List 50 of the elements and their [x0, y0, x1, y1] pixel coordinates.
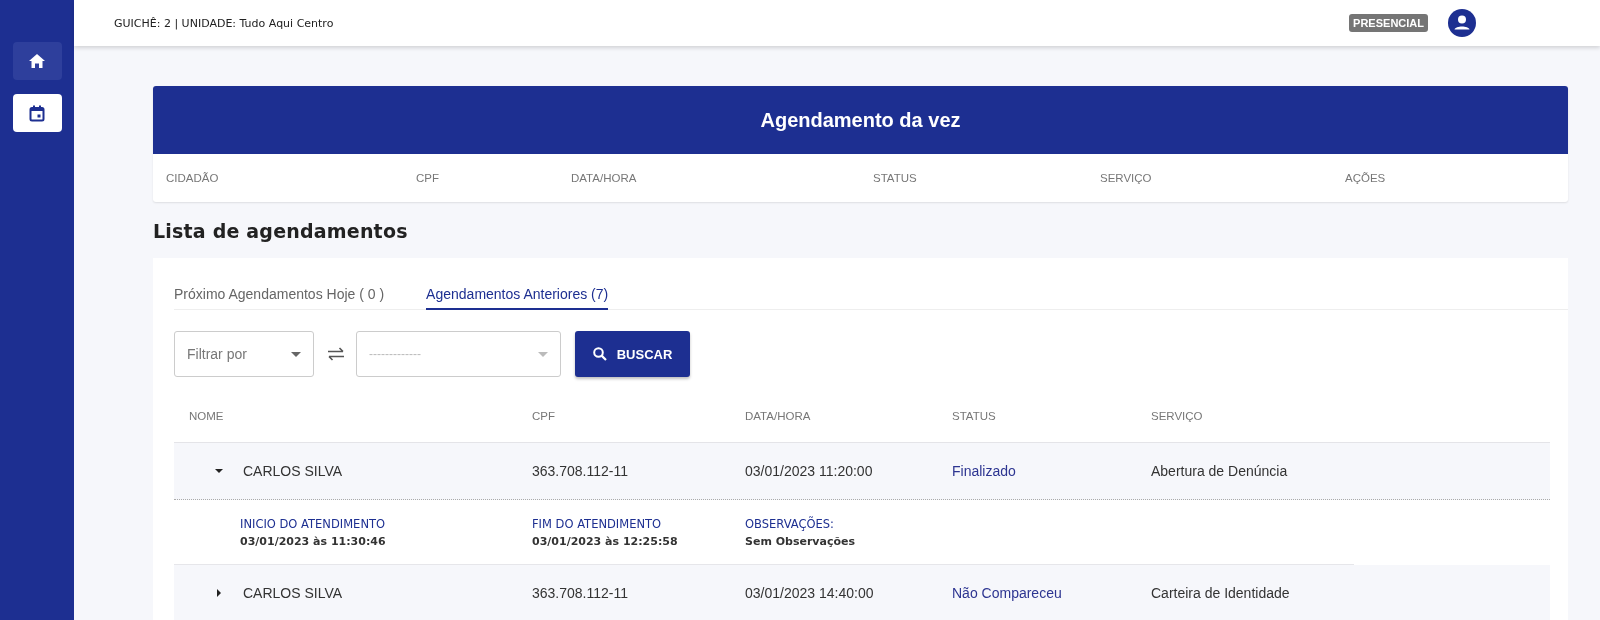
home-icon: [28, 53, 46, 69]
column-header: STATUS: [952, 410, 997, 422]
column-header: NOME: [189, 410, 225, 422]
card-title: Agendamento da vez: [760, 108, 961, 132]
detail-label: INICIO DO ATENDIMENTO: [240, 516, 387, 531]
caret-right-icon[interactable]: [215, 589, 223, 597]
column-header: CPF: [532, 410, 556, 422]
mode-badge: PRESENCIAL: [1349, 14, 1428, 32]
counter-unit-label: GUICHÊ: 2 | UNIDADE: Tudo Aqui Centro: [114, 16, 335, 30]
column-header: SERVIÇO: [1151, 410, 1204, 422]
table-row[interactable]: CARLOS SILVA 363.708.112-11 03/01/2023 14:40:00 Não Compareceu Carteira de Identidade: [174, 565, 1550, 620]
tab[interactable]: Agendamentos Anteriores (7): [426, 284, 609, 310]
column-header: DATA/HORA: [571, 172, 638, 184]
search-icon: [592, 347, 607, 361]
detail-value: 03/01/2023 às 12:25:58: [532, 534, 679, 548]
user-avatar-icon[interactable]: [1448, 9, 1476, 37]
calendar-icon: [29, 104, 45, 122]
table-cell-text: Abertura de Denúncia: [1151, 463, 1289, 479]
column-header: STATUS: [873, 172, 918, 184]
column-header: CPF: [416, 172, 440, 184]
section-title: Lista de agendamentos: [153, 220, 409, 242]
detail-label: OBSERVAÇÕES:: [745, 516, 835, 531]
tab[interactable]: Próximo Agendamentos Hoje ( 0 ): [174, 284, 385, 310]
swap-arrows-icon[interactable]: [327, 347, 345, 361]
dropdown-caret-icon: [291, 351, 301, 357]
table-cell-text: 363.708.112-11: [532, 585, 629, 601]
table-cell-text: 363.708.112-11: [532, 463, 629, 479]
table-cell-text: 03/01/2023 14:40:00: [745, 585, 875, 601]
detail-value: Sem Observações: [745, 534, 856, 548]
table-cell-text: Carteira de Identidade: [1151, 585, 1291, 601]
detail-label: FIM DO ATENDIMENTO: [532, 516, 663, 531]
table-cell: CARLOS SILVA: [243, 585, 343, 601]
table-cell: CARLOS SILVA: [243, 463, 343, 479]
table-row[interactable]: CARLOS SILVA 363.708.112-11 03/01/2023 11:20:00 Finalizado Abertura de Denúncia: [174, 443, 1550, 500]
table-cell-text: 03/01/2023 11:20:00: [745, 463, 874, 479]
status-text: Não Compareceu: [952, 585, 1063, 601]
placeholder-text: -------------: [369, 347, 421, 361]
home-button[interactable]: [12, 42, 62, 80]
search-button[interactable]: BUSCAR: [575, 331, 690, 377]
column-header: AÇÕES: [1345, 172, 1387, 184]
caret-down-icon[interactable]: [215, 467, 223, 475]
dropdown-caret-icon: [538, 351, 548, 357]
calendar-button[interactable]: [12, 94, 62, 132]
placeholder-text: Filtrar por: [187, 346, 247, 362]
detail-value: 03/01/2023 às 11:30:46: [240, 534, 387, 548]
status-text: Finalizado: [952, 463, 1017, 479]
column-header: CIDADÃO: [166, 172, 220, 184]
column-header: SERVIÇO: [1100, 172, 1153, 184]
filter-select[interactable]: Filtrar por: [174, 331, 314, 377]
column-header: DATA/HORA: [745, 410, 812, 422]
